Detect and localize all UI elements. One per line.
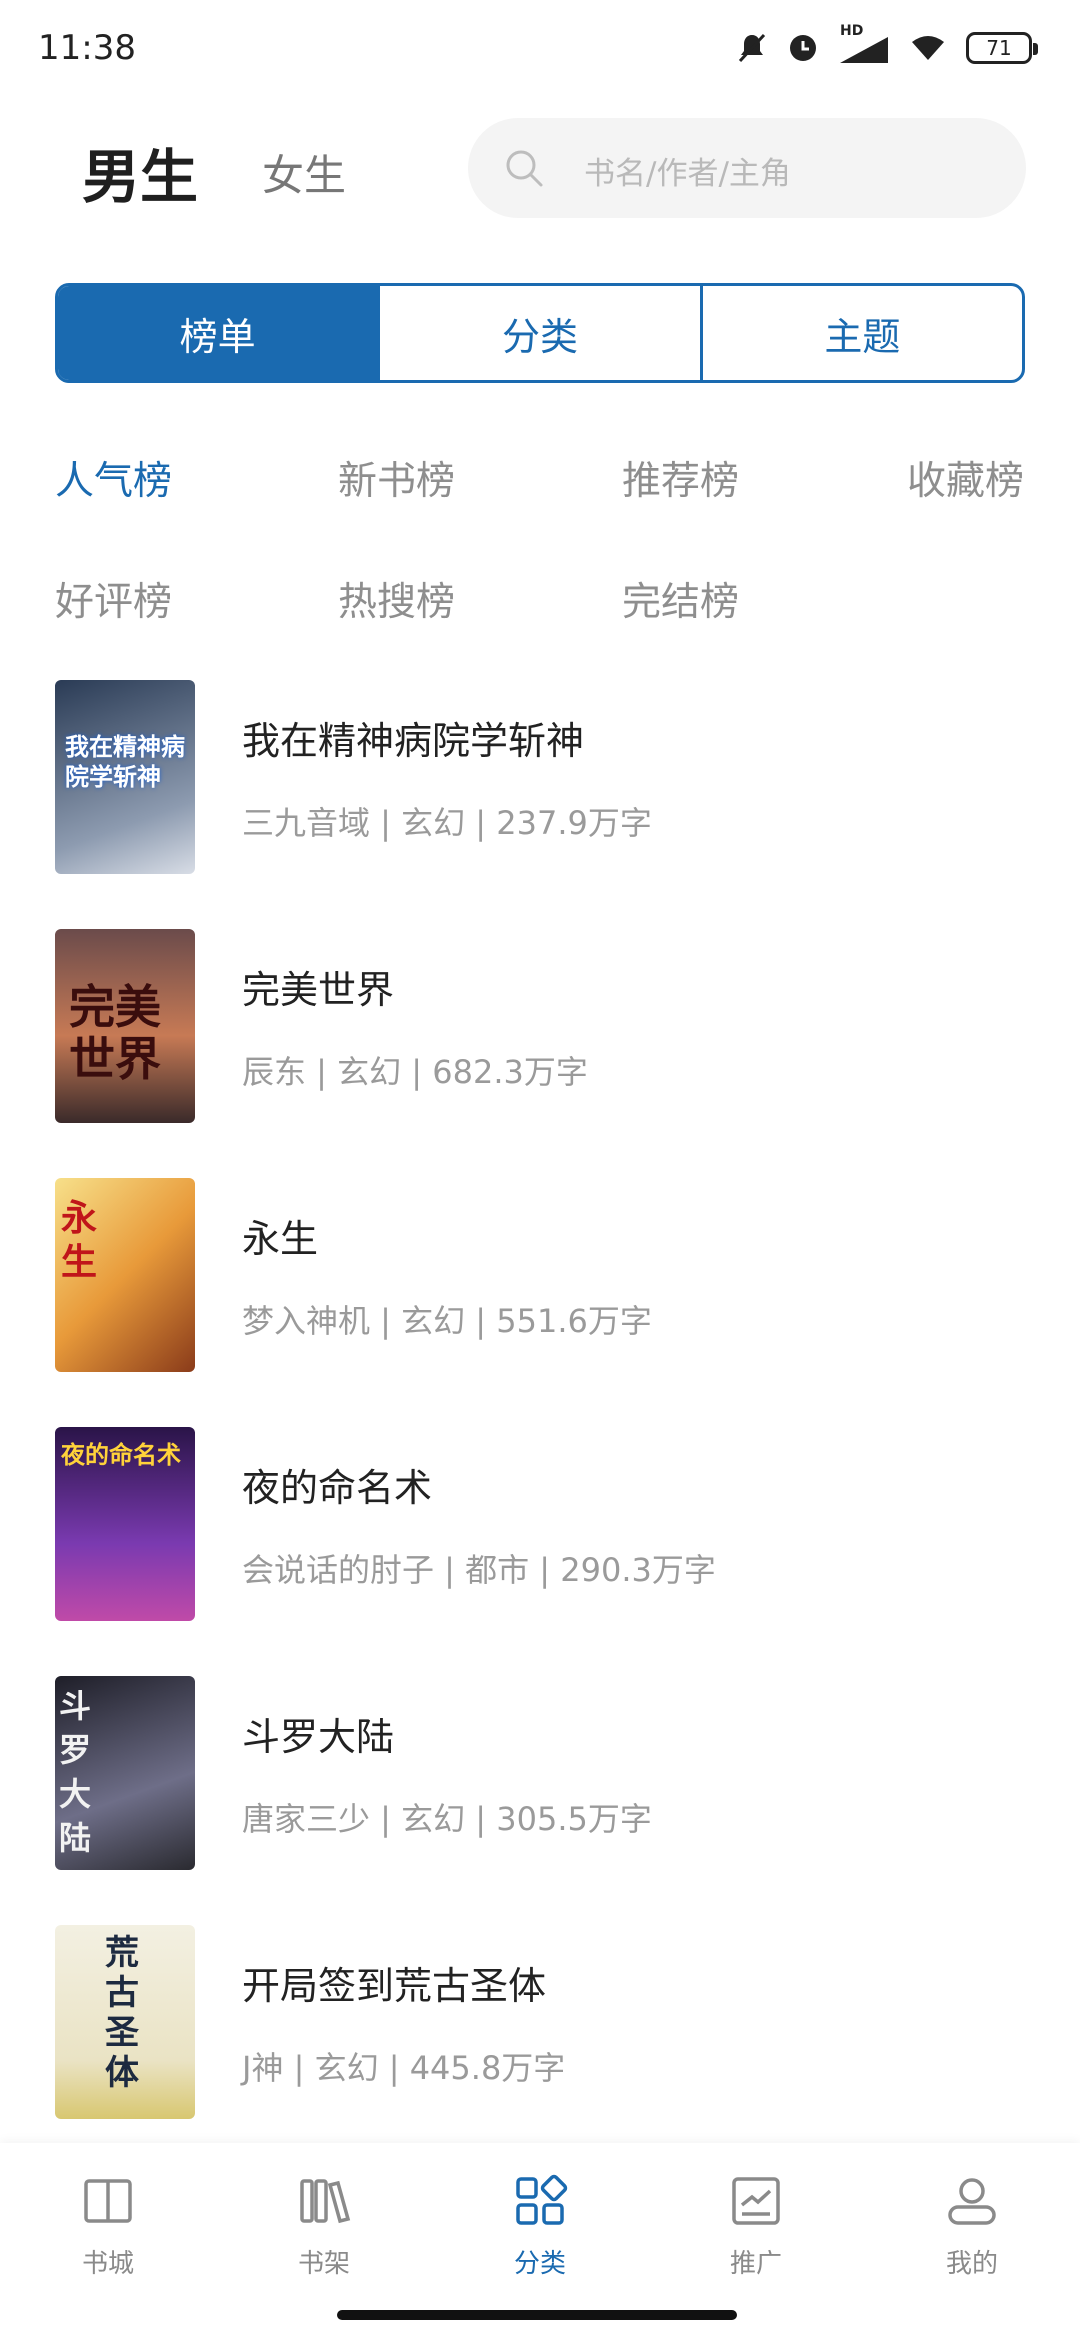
book-cover: 斗罗大陆	[55, 1676, 195, 1870]
book-title: 永生	[242, 1217, 319, 1261]
book-meta: 会说话的肘子 | 都市 | 290.3万字	[242, 1551, 716, 1589]
book-item[interactable]: 完美世界 完美世界 辰东 | 玄幻 | 682.3万字	[55, 929, 1025, 1123]
book-meta: 辰东 | 玄幻 | 682.3万字	[242, 1053, 588, 1091]
book-title: 斗罗大陆	[242, 1715, 395, 1759]
status-bar: 11:38 HD 71	[0, 0, 1080, 96]
rank-tab-popular[interactable]: 人气榜	[55, 450, 172, 506]
book-cover: 永生	[55, 1178, 195, 1372]
book-title: 我在精神病院学斩神	[242, 719, 585, 763]
nav-item-promotion[interactable]: 推广	[681, 2171, 831, 2311]
rank-tab-completed[interactable]: 完结榜	[622, 571, 739, 627]
book-title: 完美世界	[242, 968, 395, 1012]
profile-icon	[948, 2178, 996, 2225]
tab-female[interactable]: 女生	[262, 142, 346, 203]
rank-tab-hot-search[interactable]: 热搜榜	[338, 571, 455, 627]
book-cover: 完美世界	[55, 929, 195, 1123]
nav-item-bookshelf[interactable]: 书架	[249, 2171, 399, 2311]
rank-tab-favorite[interactable]: 收藏榜	[907, 450, 1024, 506]
book-cover: 荒古圣体	[55, 1925, 195, 2119]
book-item[interactable]: 永生 永生 梦入神机 | 玄幻 | 551.6万字	[55, 1178, 1025, 1372]
book-meta: 三九音域 | 玄幻 | 237.9万字	[242, 804, 652, 842]
wifi-icon	[912, 36, 944, 60]
book-item[interactable]: 斗罗大陆 斗罗大陆 唐家三少 | 玄幻 | 305.5万字	[55, 1676, 1025, 1870]
book-item[interactable]: 我在精神病院学斩神 我在精神病院学斩神 三九音域 | 玄幻 | 237.9万字	[55, 680, 1025, 874]
segment-theme[interactable]: 主题	[699, 286, 1022, 380]
search-input[interactable]: 书名/作者/主角	[468, 118, 1026, 218]
book-title: 开局签到荒古圣体	[242, 1964, 547, 2008]
rank-tab-rating[interactable]: 好评榜	[55, 571, 172, 627]
mute-bell-icon	[738, 33, 766, 63]
segment-category[interactable]: 分类	[377, 286, 699, 380]
book-meta: J神 | 玄幻 | 445.8万字	[242, 2049, 566, 2087]
tab-male[interactable]: 男生	[82, 130, 198, 214]
book-meta: 唐家三少 | 玄幻 | 305.5万字	[242, 1800, 652, 1838]
segment-ranking[interactable]: 榜单	[58, 286, 378, 380]
rank-tab-recommend[interactable]: 推荐榜	[622, 450, 739, 506]
status-time: 11:38	[38, 28, 136, 68]
nav-item-bookstore[interactable]: 书城	[33, 2171, 183, 2311]
search-placeholder: 书名/作者/主角	[584, 156, 791, 192]
book-cover: 我在精神病院学斩神	[55, 680, 195, 874]
bookshelf-icon	[300, 2179, 351, 2224]
book-item[interactable]: 夜的命名术 夜的命名术 会说话的肘子 | 都市 | 290.3万字	[55, 1427, 1025, 1621]
promotion-chart-icon	[732, 2177, 780, 2225]
book-open-icon	[84, 2179, 132, 2223]
nav-item-category[interactable]: 分类	[465, 2171, 615, 2311]
search-icon	[506, 150, 543, 187]
cellular-signal-icon: HD	[838, 23, 890, 65]
category-grid-icon	[516, 2174, 568, 2225]
battery-icon: 71	[966, 32, 1038, 64]
book-title: 夜的命名术	[242, 1466, 433, 1510]
rank-tab-new[interactable]: 新书榜	[338, 450, 455, 506]
status-icons: HD 71	[736, 23, 1038, 70]
book-item[interactable]: 荒古圣体 开局签到荒古圣体 J神 | 玄幻 | 445.8万字	[55, 1925, 1025, 2119]
alarm-clock-icon	[790, 35, 816, 61]
segmented-control: 榜单 分类 主题	[55, 283, 1025, 383]
home-indicator[interactable]	[337, 2310, 737, 2320]
book-cover: 夜的命名术	[55, 1427, 195, 1621]
book-meta: 梦入神机 | 玄幻 | 551.6万字	[242, 1302, 652, 1340]
nav-item-profile[interactable]: 我的	[897, 2171, 1047, 2311]
